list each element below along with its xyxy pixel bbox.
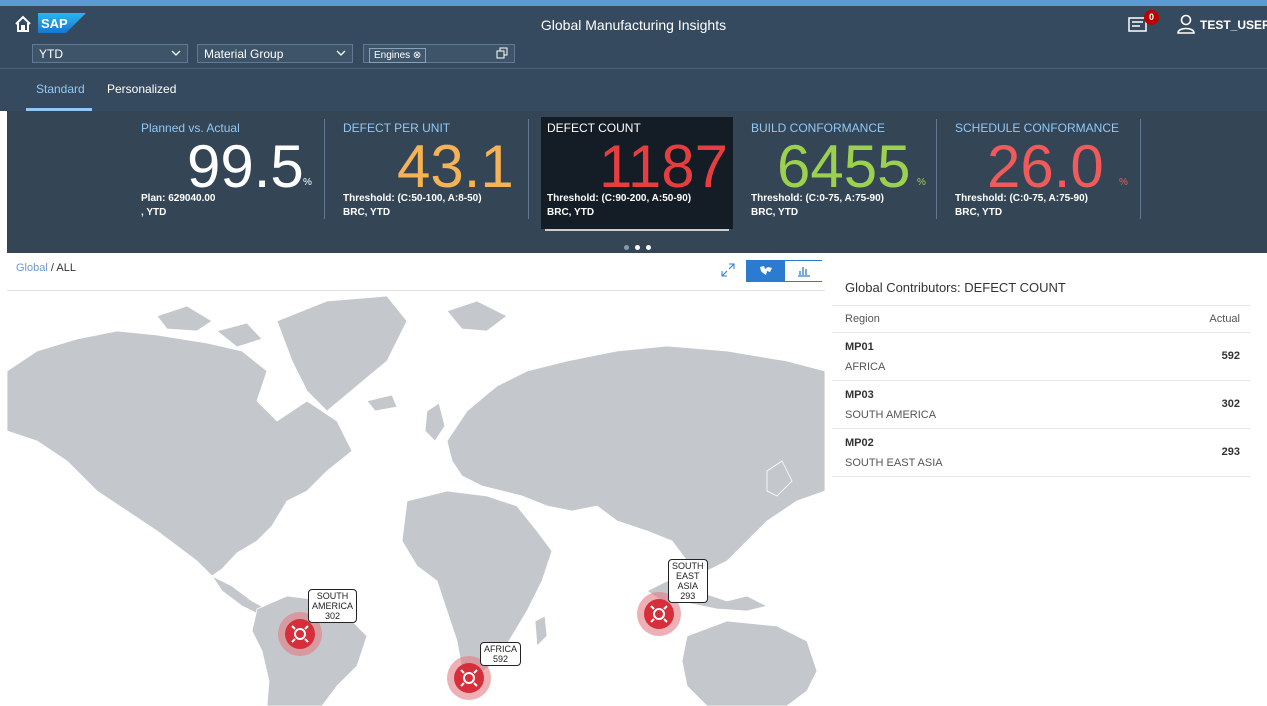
- kpi-tile-defect-count[interactable]: DEFECT COUNT 1187 Threshold: (C:90-200, …: [541, 117, 733, 231]
- kpi-subtext: BRC, YTD: [955, 207, 1003, 218]
- column-header-region: Region: [845, 313, 880, 325]
- row-actual: 302: [1221, 398, 1240, 410]
- map-label-africa: AFRICA 592: [480, 642, 522, 666]
- map-view-button[interactable]: [747, 261, 785, 281]
- kpi-divider: [528, 119, 529, 219]
- table-row[interactable]: MP01 AFRICA 592: [832, 333, 1250, 381]
- material-multi-input[interactable]: Engines ⊗: [363, 44, 515, 63]
- kpi-subtext: BRC, YTD: [343, 207, 391, 218]
- app-title: Global Manufacturing Insights: [540, 17, 727, 33]
- user-icon[interactable]: [1177, 14, 1195, 34]
- page-dot[interactable]: [624, 245, 629, 250]
- token-remove-icon[interactable]: ⊗: [413, 50, 421, 61]
- filter-bar: YTD Material Group Engines ⊗: [0, 42, 1267, 68]
- kpi-unit: %: [917, 177, 926, 188]
- value-help-icon[interactable]: [496, 47, 508, 59]
- tab-personalized[interactable]: Personalized: [107, 82, 176, 96]
- panel-title: Global Contributors: DEFECT COUNT: [845, 280, 1066, 295]
- token-label: Engines: [374, 50, 411, 61]
- kpi-subtext: Threshold: (C:50-100, A:8-50): [343, 193, 482, 204]
- notification-badge[interactable]: 0: [1144, 10, 1159, 25]
- chevron-down-icon: [336, 50, 346, 56]
- label-value: 293: [680, 591, 696, 601]
- kpi-subtext: Threshold: (C:0-75, A:75-90): [955, 193, 1088, 204]
- breadcrumb-current: ALL: [56, 262, 76, 274]
- bar-chart-icon: [798, 267, 810, 277]
- row-actual: 293: [1221, 446, 1240, 458]
- kpi-carousel: Planned vs. Actual 99.5 % Plan: 629040.0…: [7, 111, 1267, 253]
- kpi-divider: [1140, 119, 1141, 219]
- breadcrumb: Global / ALL: [16, 262, 76, 274]
- chevron-down-icon: [171, 50, 181, 56]
- world-map-shapes: [7, 295, 825, 706]
- chart-view-button[interactable]: [785, 261, 822, 281]
- map-label-south-america: SOUTH AMERICA 302: [308, 589, 358, 623]
- label-line: SOUTH: [672, 561, 704, 571]
- period-select-value: YTD: [39, 47, 63, 61]
- row-region: AFRICA: [845, 361, 886, 373]
- material-group-select[interactable]: Material Group: [197, 44, 353, 63]
- kpi-tile-build-conformance[interactable]: BUILD CONFORMANCE 6455 % Threshold: (C:0…: [745, 117, 937, 229]
- engines-token[interactable]: Engines ⊗: [369, 48, 427, 63]
- kpi-tile-defect-per-unit[interactable]: DEFECT PER UNIT 43.1 Threshold: (C:50-10…: [337, 117, 529, 229]
- row-region: SOUTH AMERICA: [845, 409, 937, 421]
- period-select[interactable]: YTD: [32, 44, 188, 63]
- kpi-unit: %: [303, 177, 312, 188]
- table-header: Region Actual: [832, 305, 1250, 333]
- kpi-subtext: BRC, YTD: [751, 207, 799, 218]
- page-dot[interactable]: [635, 245, 640, 250]
- label-line: SOUTH: [316, 591, 349, 601]
- carousel-pagination: [621, 237, 661, 250]
- kpi-selected-indicator: [545, 229, 729, 231]
- label-line: EAST: [675, 571, 700, 581]
- user-name[interactable]: TEST_USER: [1200, 18, 1267, 32]
- row-actual: 592: [1221, 350, 1240, 362]
- map-label-south-east-asia: SOUTH EAST ASIA 293: [668, 559, 708, 603]
- kpi-unit: %: [1119, 177, 1128, 188]
- label-line: ASIA: [677, 581, 698, 591]
- kpi-subtext: Threshold: (C:90-200, A:50-90): [547, 193, 692, 204]
- kpi-divider: [324, 119, 325, 219]
- row-code: MP01: [845, 341, 874, 353]
- row-region: SOUTH EAST ASIA: [845, 457, 943, 469]
- label-value: 592: [492, 654, 509, 664]
- kpi-tile-schedule-conformance[interactable]: SCHEDULE CONFORMANCE 26.0 % Threshold: (…: [949, 117, 1141, 229]
- fullscreen-icon[interactable]: [721, 263, 735, 277]
- row-code: MP03: [845, 389, 874, 401]
- material-group-select-value: Material Group: [204, 47, 284, 61]
- kpi-divider: [936, 119, 937, 219]
- label-line: AMERICA: [312, 601, 354, 611]
- row-code: MP02: [845, 437, 874, 449]
- kpi-subtext: , YTD: [141, 207, 167, 218]
- kpi-subtext: Threshold: (C:0-75, A:75-90): [751, 193, 884, 204]
- label-value: 302: [324, 611, 341, 621]
- view-toggle: [746, 260, 822, 282]
- shell-bar: SAP Global Manufacturing Insights 0 TEST…: [0, 0, 1267, 42]
- page-dot[interactable]: [646, 245, 651, 250]
- table-row[interactable]: MP02 SOUTH EAST ASIA 293: [832, 429, 1250, 477]
- contributors-panel: Global Contributors: DEFECT COUNT Region…: [832, 262, 1250, 706]
- map-view-icon: [760, 266, 772, 275]
- breadcrumb-link-global[interactable]: Global: [16, 262, 48, 274]
- column-header-actual: Actual: [1209, 313, 1240, 325]
- kpi-subtext: Plan: 629040.00: [141, 193, 216, 204]
- world-map[interactable]: SOUTH AMERICA 302 AFRICA 592 SOUTH EAST …: [7, 291, 825, 706]
- kpi-subtext: BRC, YTD: [547, 207, 595, 218]
- label-line: AFRICA: [484, 644, 518, 654]
- table-row[interactable]: MP03 SOUTH AMERICA 302: [832, 381, 1250, 429]
- tab-standard[interactable]: Standard: [36, 82, 85, 96]
- variant-tabs: Standard Personalized: [0, 68, 1267, 111]
- kpi-tile-planned-vs-actual[interactable]: Planned vs. Actual 99.5 % Plan: 629040.0…: [135, 117, 325, 229]
